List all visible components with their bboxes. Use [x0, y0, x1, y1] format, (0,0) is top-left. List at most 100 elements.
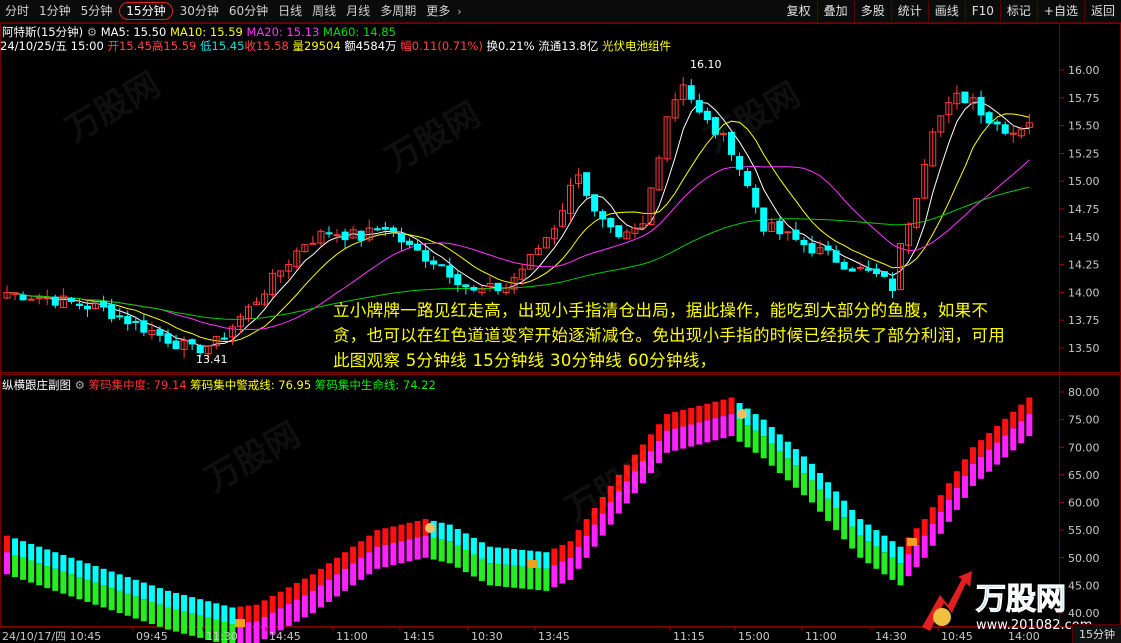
sub-bar-green [825, 498, 832, 521]
sub-bar-green [527, 567, 534, 590]
sub-bar-red [575, 530, 582, 547]
tab-6[interactable]: 日线 [273, 0, 307, 22]
toolbar-button-6[interactable]: 标记 [999, 1, 1037, 22]
sub-bar-green [736, 419, 743, 442]
y-tick-label: 15.75 [1068, 92, 1100, 105]
change-value: 幅0.11(0.71%) [400, 39, 483, 53]
tab-2[interactable]: 5分钟 [76, 0, 118, 22]
sub-bar-cyan [12, 538, 19, 555]
sub-bar-cyan [470, 537, 477, 555]
y-tick-label: 15.00 [1068, 175, 1100, 188]
sub-bar-cyan [52, 552, 59, 569]
candle-body [800, 239, 808, 246]
candle-body [824, 245, 832, 251]
sub-bar-cyan [92, 566, 99, 583]
sub-bar-red [978, 440, 985, 457]
candle-body [591, 194, 599, 212]
settings-icon[interactable]: ⚙ [87, 25, 97, 39]
sub-bar-red [398, 524, 405, 542]
sub-bar-red [696, 405, 703, 423]
buy-signal-icon [907, 538, 917, 546]
candle-body [132, 320, 140, 323]
sub-bar-magenta [978, 456, 985, 479]
tab-0[interactable]: 分时 [0, 0, 34, 22]
sub-bar-green [841, 517, 848, 540]
candle-body [808, 243, 816, 254]
tab-8[interactable]: 月线 [341, 0, 375, 22]
sub-bar-magenta [334, 574, 341, 597]
toolbar-button-8[interactable]: 返回 [1083, 1, 1121, 22]
sub-bar-magenta [342, 568, 349, 591]
sub-chart-title: 纵横跟庄副图 [2, 378, 71, 392]
sub-bar-red [350, 546, 357, 564]
toolbar-button-1[interactable]: 叠加 [816, 1, 854, 22]
time-label: 10:30 [471, 630, 503, 643]
sub-bar-cyan [76, 560, 83, 578]
sub-bar-red [358, 541, 365, 558]
sub-bar-green [470, 554, 477, 577]
settings-icon[interactable]: ⚙ [75, 378, 85, 392]
sub-bar-magenta [672, 428, 679, 451]
sub-bar-magenta [961, 475, 968, 498]
sub-bar-magenta [551, 565, 558, 588]
sub-bar-green [156, 604, 163, 627]
sub-bar-cyan [140, 582, 147, 600]
tab-1[interactable]: 1分钟 [34, 0, 76, 22]
toolbar-button-0[interactable]: 复权 [781, 1, 817, 22]
candle-body [872, 268, 880, 275]
sub-bar-cyan [108, 571, 115, 589]
candle-body [446, 265, 454, 278]
sub-bar-red [986, 433, 993, 450]
high-label: 16.10 [690, 58, 722, 71]
sub-bar-cyan [503, 548, 510, 565]
sub-bar-red [680, 409, 687, 427]
sub-bar-green [776, 450, 783, 474]
sub-bar-green [36, 563, 43, 586]
sub-bar-cyan [752, 414, 759, 431]
sub-bar-cyan [462, 533, 469, 551]
candle-body [784, 231, 792, 234]
sub-bar-red [994, 425, 1001, 443]
sub-bar-cyan [28, 543, 35, 561]
sub-bar-cyan [205, 601, 212, 618]
sub-bar-magenta [656, 440, 663, 463]
toolbar-button-2[interactable]: 多股 [853, 1, 891, 22]
sub-bar-cyan [165, 590, 171, 608]
tab-9[interactable]: 多周期 [375, 0, 421, 22]
sub-bar-green [511, 565, 518, 588]
sub-bar-cyan [181, 595, 188, 612]
toolbar-button-4[interactable]: 画线 [927, 1, 965, 22]
sub-bar-cyan [124, 577, 131, 594]
sub-bar-red [921, 519, 928, 536]
volume-value: 量29504 [292, 39, 341, 53]
sub-bar-magenta [326, 579, 332, 602]
tab-10[interactable]: 更多 [421, 0, 455, 22]
function-buttons: 复权 叠加 多股 统计 画线 F10 标记 +自选 返回 [781, 0, 1121, 22]
sub-bar-cyan [865, 524, 872, 542]
sub-bar-red [390, 526, 397, 544]
period-corner-label[interactable]: 15分钟 [1072, 624, 1121, 643]
tab-5[interactable]: 60分钟 [224, 0, 273, 22]
sub-bar-magenta [285, 603, 292, 627]
sub-bar-green [165, 607, 171, 630]
sub-bar-red [704, 403, 711, 421]
more-arrow-icon[interactable]: › [457, 5, 461, 18]
tab-3[interactable]: 15分钟 [119, 2, 173, 20]
sub-bar-magenta [366, 552, 373, 575]
tab-4[interactable]: 30分钟 [175, 0, 224, 22]
toolbar-button-5[interactable]: F10 [964, 1, 1000, 22]
time-label: 15:00 [738, 630, 770, 643]
tab-7[interactable]: 周线 [307, 0, 341, 22]
sub-bar-magenta [720, 416, 727, 439]
sub-bar-cyan [519, 549, 526, 567]
sub-bar-green [792, 465, 799, 488]
sub-bar-green [873, 546, 880, 569]
toolbar-button-3[interactable]: 统计 [890, 1, 928, 22]
sub-bar-red [937, 495, 944, 512]
sub-bar-cyan [68, 557, 75, 575]
toolbar-button-7[interactable]: +自选 [1036, 1, 1084, 22]
y-tick-label: 13.75 [1068, 314, 1100, 327]
ma20-label: MA20: 15.13 [246, 25, 320, 39]
candle-body [599, 211, 607, 220]
sub-bar-magenta [986, 449, 993, 472]
